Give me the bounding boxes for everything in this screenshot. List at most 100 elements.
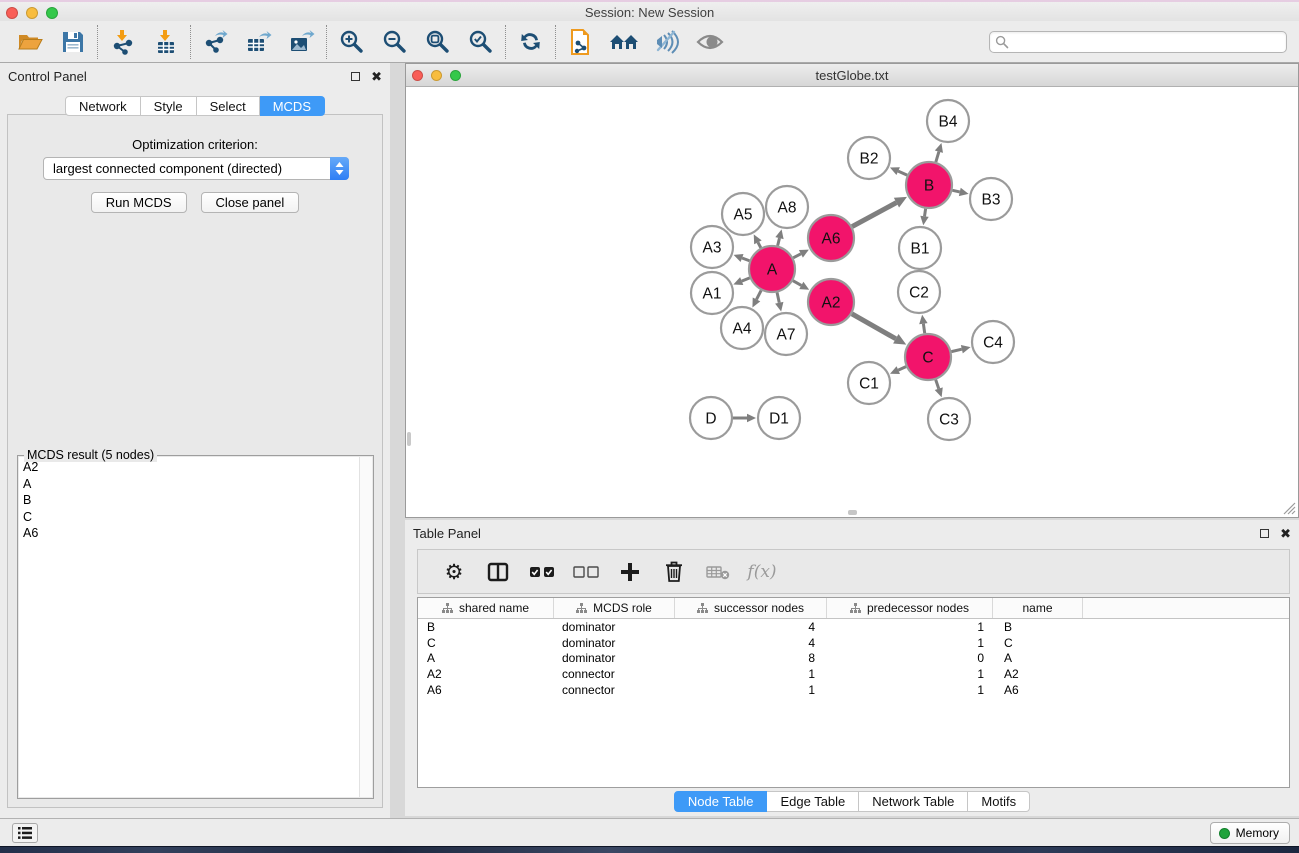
- tab-network-table[interactable]: Network Table: [859, 791, 968, 812]
- graph-node-label: A2: [822, 295, 841, 312]
- table-cell: C: [993, 636, 1083, 650]
- houses-button[interactable]: [602, 24, 645, 60]
- table-cell: dominator: [554, 636, 675, 650]
- graph-edge[interactable]: [793, 254, 801, 258]
- select-all-columns-button[interactable]: [520, 554, 564, 590]
- run-mcds-button[interactable]: Run MCDS: [91, 192, 187, 213]
- graph-edge[interactable]: [923, 324, 924, 334]
- graph-node-label: C: [922, 350, 933, 367]
- result-item[interactable]: B: [19, 492, 372, 509]
- graph-edge[interactable]: [778, 238, 780, 246]
- table-cell: connector: [554, 667, 675, 681]
- graph-edge[interactable]: [852, 314, 896, 339]
- result-item[interactable]: A: [19, 476, 372, 493]
- function-builder-button[interactable]: f(x): [740, 554, 784, 590]
- table-cell: dominator: [554, 651, 675, 665]
- graph-edge-arrowhead: [961, 345, 971, 353]
- trash-icon: [665, 561, 683, 582]
- graph-edge[interactable]: [936, 152, 939, 162]
- table-row[interactable]: A2connector11A2: [418, 666, 1289, 682]
- network-from-selection-button[interactable]: [559, 24, 602, 60]
- graph-edge[interactable]: [898, 171, 907, 175]
- zoom-selected-button[interactable]: [459, 24, 502, 60]
- graph-edge[interactable]: [952, 190, 959, 192]
- tab-edge-table[interactable]: Edge Table: [767, 791, 859, 812]
- graph-edge[interactable]: [936, 380, 939, 389]
- network-window-titlebar[interactable]: testGlobe.txt: [406, 64, 1298, 87]
- graph-node-label: A8: [778, 200, 797, 217]
- attribute-tree-icon: [576, 603, 587, 614]
- open-session-button[interactable]: [8, 24, 51, 60]
- tab-network[interactable]: Network: [65, 96, 141, 116]
- tab-node-table[interactable]: Node Table: [674, 791, 768, 812]
- zoom-out-button[interactable]: [373, 24, 416, 60]
- export-table-button[interactable]: [237, 24, 280, 60]
- export-image-button[interactable]: [280, 24, 323, 60]
- column-header-shared-name[interactable]: shared name: [418, 598, 554, 618]
- close-panel-icon[interactable]: ✖: [371, 70, 382, 83]
- tab-motifs[interactable]: Motifs: [968, 791, 1030, 812]
- network-canvas[interactable]: B4B2BB3A5A8A6A3B1AA1C2A2A4A7C4CC1C3DD1: [407, 87, 1297, 516]
- unchecked-boxes-icon: [573, 566, 599, 578]
- delete-column-button[interactable]: [652, 554, 696, 590]
- graph-edge[interactable]: [793, 281, 801, 286]
- canvas-vertical-scrollbar[interactable]: [407, 432, 411, 446]
- column-header-mcds-role[interactable]: MCDS role: [554, 598, 675, 618]
- graph-edge[interactable]: [925, 209, 926, 217]
- import-table-button[interactable]: [144, 24, 187, 60]
- zoom-fit-button[interactable]: [416, 24, 459, 60]
- show-columns-button[interactable]: [476, 554, 520, 590]
- canvas-horizontal-scrollbar[interactable]: [848, 510, 857, 515]
- import-network-button[interactable]: [101, 24, 144, 60]
- column-header-predecessor-nodes[interactable]: predecessor nodes: [827, 598, 993, 618]
- eye-button[interactable]: [688, 24, 731, 60]
- toggle-graphics-details-button[interactable]: [645, 24, 688, 60]
- graph-edge[interactable]: [742, 278, 750, 281]
- table-row[interactable]: A6connector11A6: [418, 682, 1289, 698]
- memory-button[interactable]: Memory: [1210, 822, 1290, 844]
- graph-edge[interactable]: [777, 292, 779, 302]
- search-field[interactable]: [989, 31, 1287, 53]
- graph-edge[interactable]: [852, 203, 896, 227]
- create-column-button[interactable]: [608, 554, 652, 590]
- table-cell: 0: [827, 651, 993, 665]
- table-row[interactable]: Bdominator41B: [418, 619, 1289, 635]
- graph-edge[interactable]: [742, 258, 749, 261]
- tab-select[interactable]: Select: [197, 96, 260, 116]
- close-panel-icon[interactable]: ✖: [1280, 527, 1291, 540]
- graph-edge-arrowhead: [935, 387, 943, 397]
- result-item[interactable]: C: [19, 509, 372, 526]
- resize-grip-icon[interactable]: [1283, 502, 1296, 515]
- close-panel-button[interactable]: Close panel: [201, 192, 300, 213]
- export-network-button[interactable]: [194, 24, 237, 60]
- zoom-out-icon: [382, 29, 408, 55]
- graph-edge[interactable]: [898, 367, 906, 370]
- task-history-button[interactable]: [12, 823, 38, 843]
- zoom-in-button[interactable]: [330, 24, 373, 60]
- toolbar-separator: [190, 25, 191, 59]
- tab-style[interactable]: Style: [141, 96, 197, 116]
- network-graph[interactable]: B4B2BB3A5A8A6A3B1AA1C2A2A4A7C4CC1C3DD1: [407, 87, 1297, 516]
- column-header-name[interactable]: name: [993, 598, 1083, 618]
- tab-mcds[interactable]: MCDS: [260, 96, 325, 116]
- table-settings-button[interactable]: ⚙: [432, 554, 476, 590]
- graph-edge[interactable]: [757, 290, 762, 299]
- float-panel-icon[interactable]: [1260, 529, 1269, 538]
- column-header-successor-nodes[interactable]: successor nodes: [675, 598, 827, 618]
- criterion-dropdown[interactable]: largest connected component (directed): [43, 157, 349, 180]
- refresh-button[interactable]: [509, 24, 552, 60]
- table-row[interactable]: Cdominator41C: [418, 635, 1289, 651]
- search-input[interactable]: [1009, 33, 1286, 51]
- result-item[interactable]: A6: [19, 525, 372, 542]
- function-icon: f(x): [747, 562, 776, 582]
- table-panel: Table Panel ✖ ⚙: [405, 520, 1299, 816]
- table-row[interactable]: Adominator80A: [418, 650, 1289, 666]
- graph-edge[interactable]: [758, 242, 761, 247]
- delete-table-button[interactable]: [696, 554, 740, 590]
- graph-edge[interactable]: [951, 349, 961, 351]
- result-scrollbar[interactable]: [359, 457, 372, 797]
- save-session-button[interactable]: [51, 24, 94, 60]
- float-panel-icon[interactable]: [351, 72, 360, 81]
- list-icon: [18, 827, 32, 839]
- unselect-all-columns-button[interactable]: [564, 554, 608, 590]
